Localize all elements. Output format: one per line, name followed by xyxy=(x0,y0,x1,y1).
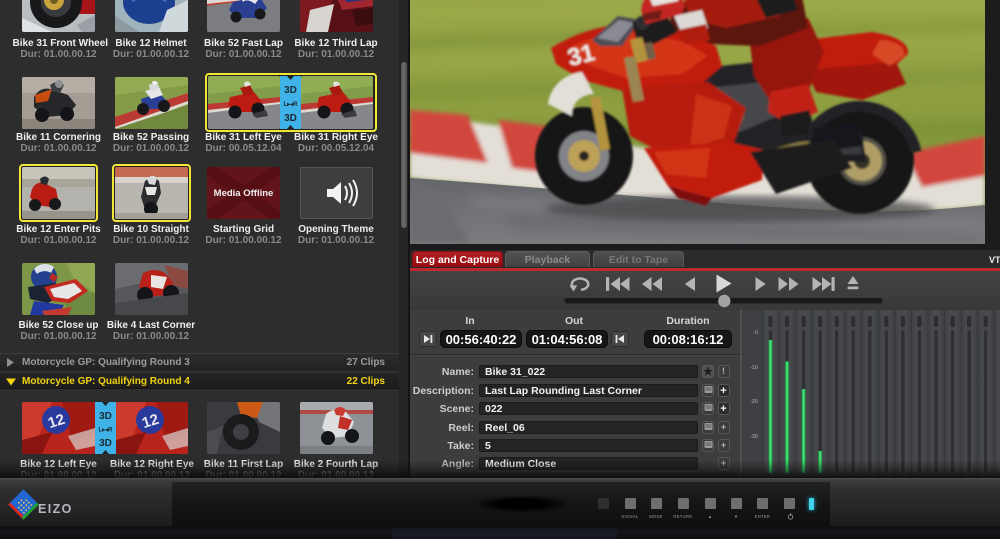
svg-text:3D: 3D xyxy=(99,411,112,422)
svg-text:3D: 3D xyxy=(99,438,112,449)
svg-text:EIZO: EIZO xyxy=(38,502,73,516)
svg-text:L▸◂R: L▸◂R xyxy=(283,102,298,108)
svg-text:-30: -30 xyxy=(750,434,758,440)
svg-text:L▸◂R: L▸◂R xyxy=(98,428,113,434)
svg-text:-20: -20 xyxy=(750,399,758,405)
svg-text:-10: -10 xyxy=(750,365,758,371)
svg-text:3D: 3D xyxy=(284,113,297,124)
svg-text:Media Offline: Media Offline xyxy=(214,188,274,199)
svg-text:-0: -0 xyxy=(753,330,758,336)
svg-text:3D: 3D xyxy=(284,85,297,96)
